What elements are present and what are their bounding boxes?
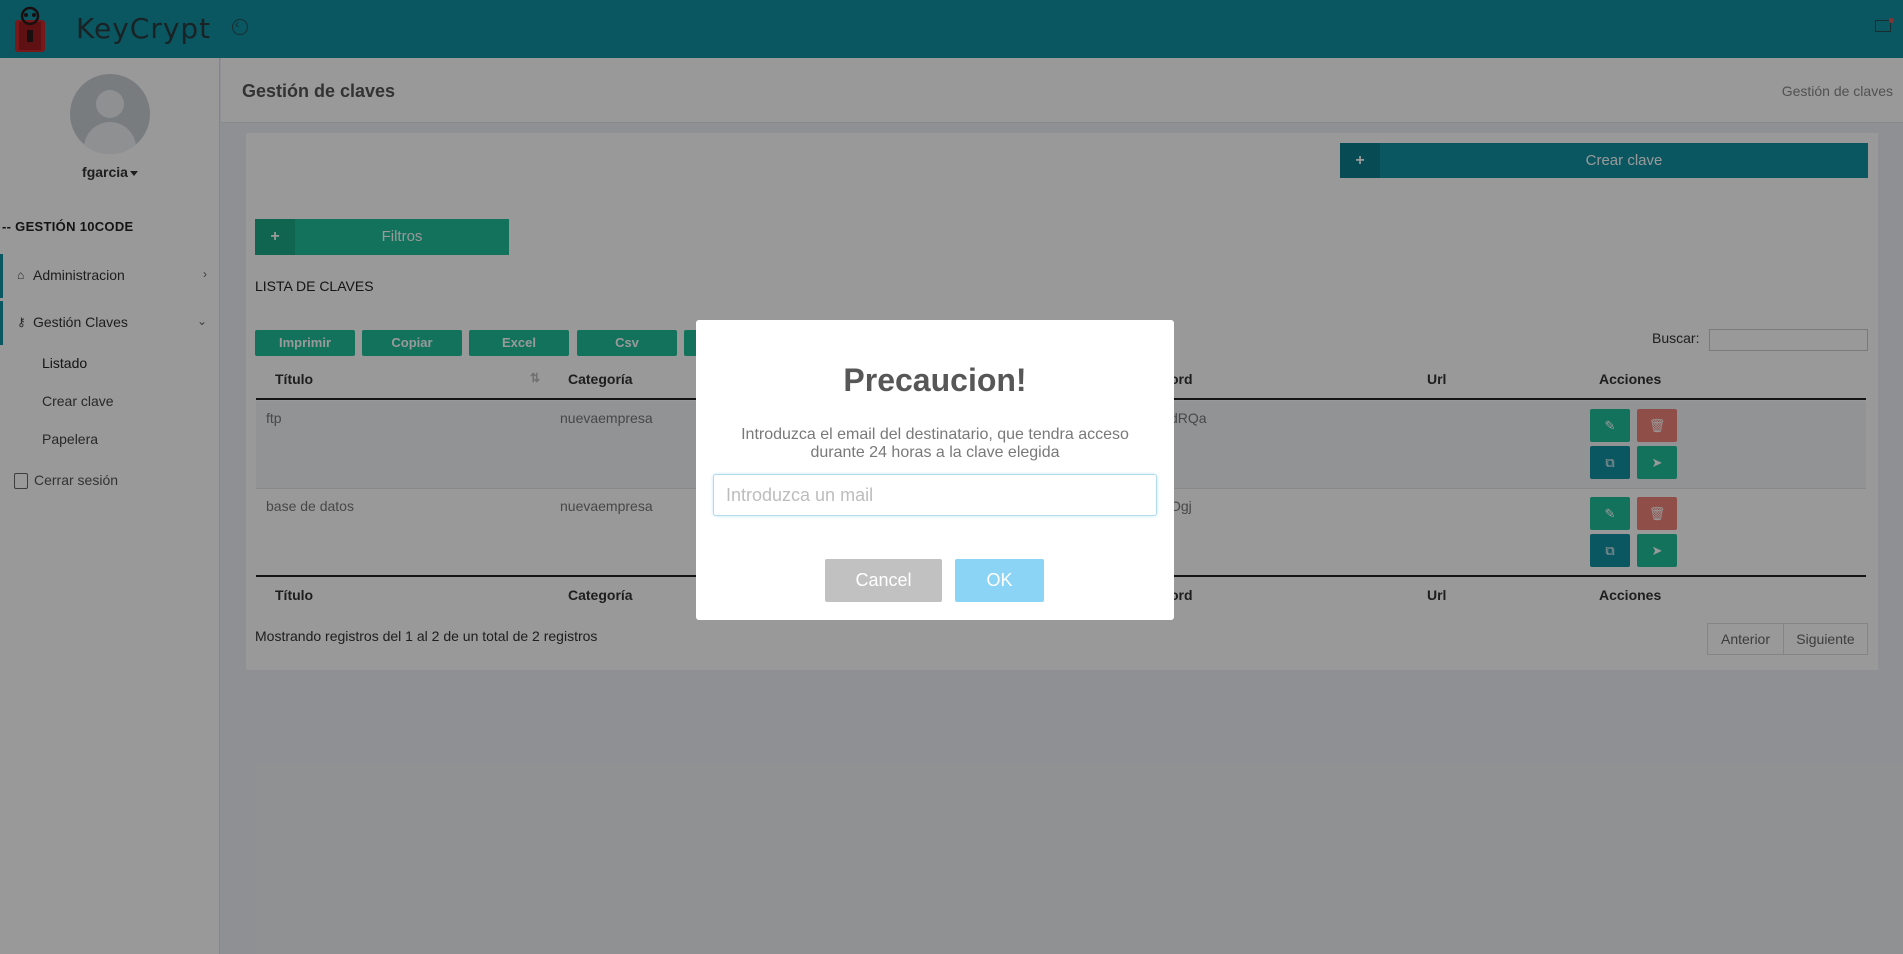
modal-text: Introduzca el email del destinatario, qu… <box>741 426 1129 461</box>
cancel-button[interactable]: Cancel <box>825 559 942 602</box>
email-field[interactable] <box>713 474 1157 516</box>
modal-title: Precaucion! <box>843 362 1027 398</box>
alert-modal: Precaucion! Introduzca el email del dest… <box>696 320 1174 620</box>
ok-button[interactable]: OK <box>955 559 1044 602</box>
